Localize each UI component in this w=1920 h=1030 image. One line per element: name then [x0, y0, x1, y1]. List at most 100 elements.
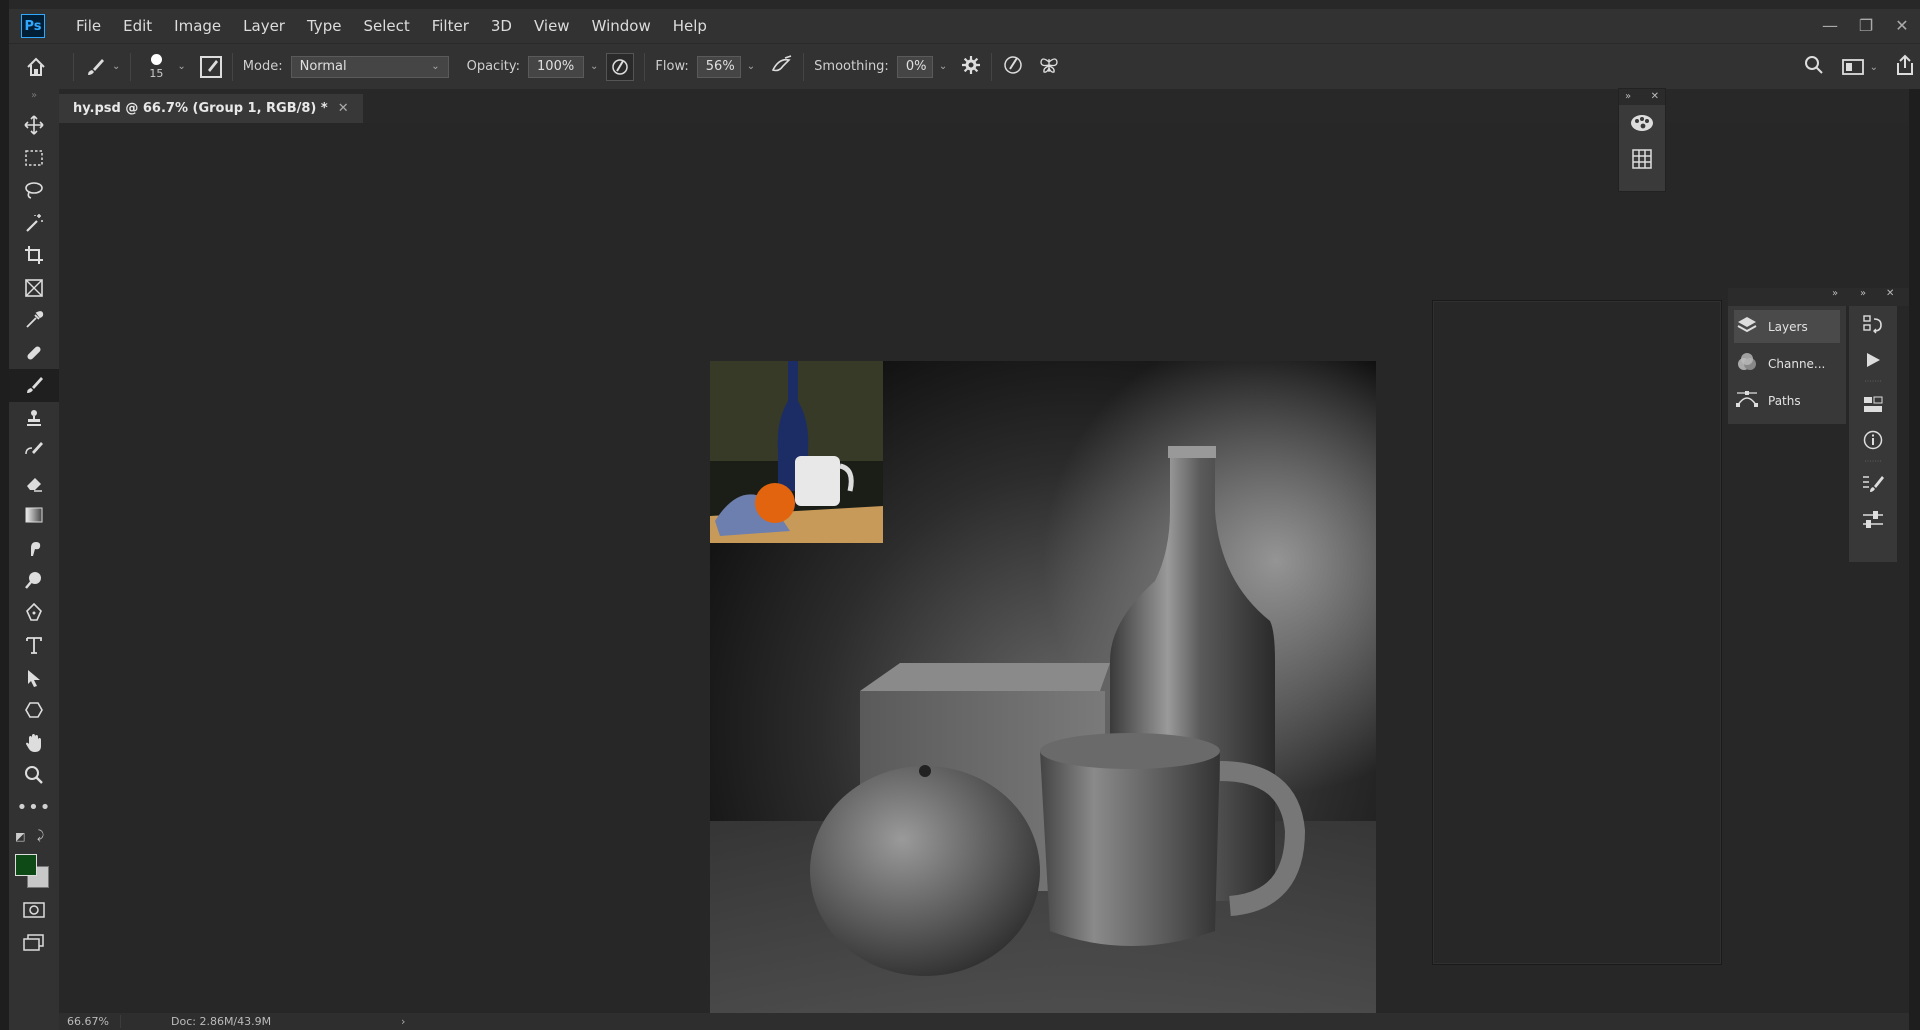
menu-filter[interactable]: Filter — [421, 17, 480, 35]
crop-tool[interactable] — [9, 239, 59, 272]
window-left-edge — [0, 0, 9, 1030]
panel-grip[interactable]: ······· — [1849, 378, 1897, 386]
zoom-level[interactable]: 66.67% — [59, 1015, 121, 1028]
tool-preset-picker[interactable]: ⌄ — [84, 56, 120, 78]
brush-settings-panel-button[interactable] — [1849, 466, 1897, 502]
marquee-tool[interactable] — [9, 142, 59, 175]
brush-tool[interactable] — [9, 369, 59, 402]
actions-panel-button[interactable] — [1849, 342, 1897, 378]
info-panel-button[interactable] — [1849, 422, 1897, 458]
type-icon — [26, 637, 42, 655]
brush-tip-icon — [150, 53, 162, 65]
restore-button[interactable]: ❐ — [1848, 9, 1884, 43]
hand-tool[interactable] — [9, 727, 59, 760]
dodge-icon — [25, 572, 41, 590]
dodge-tool[interactable] — [9, 564, 59, 597]
home-button[interactable] — [9, 56, 63, 78]
quick-mask-button[interactable] — [9, 894, 59, 927]
status-menu-arrow-icon[interactable]: › — [401, 1015, 405, 1028]
search-button[interactable] — [1804, 55, 1824, 79]
more-tools-button[interactable]: ••• — [9, 792, 59, 825]
panel-collapse-icon[interactable]: » — [9, 89, 59, 105]
menu-image[interactable]: Image — [163, 17, 232, 35]
default-colors-icon[interactable]: ◩ — [15, 830, 25, 843]
zoom-tool[interactable] — [9, 759, 59, 792]
menu-file[interactable]: File — [65, 17, 112, 35]
document-canvas[interactable] — [710, 361, 1376, 1027]
adjustments-panel-button[interactable] — [1849, 502, 1897, 538]
move-tool[interactable] — [9, 109, 59, 142]
menu-window[interactable]: Window — [581, 17, 662, 35]
clone-stamp-tool[interactable] — [9, 402, 59, 435]
brush-size-picker[interactable]: 15 — [141, 53, 171, 80]
lasso-tool[interactable] — [9, 174, 59, 207]
swap-colors-icon[interactable]: ⤸ — [37, 828, 44, 843]
workspace-button[interactable]: ⌄ — [1841, 58, 1878, 76]
separator — [991, 52, 993, 81]
gear-icon — [962, 55, 981, 74]
type-tool[interactable] — [9, 629, 59, 662]
opacity-value: 100% — [537, 59, 575, 74]
panel-tab-paths[interactable]: Paths — [1734, 384, 1840, 417]
expand-panel-icon[interactable]: » — [1860, 288, 1866, 299]
menu-layer[interactable]: Layer — [232, 17, 296, 35]
chevron-down-icon[interactable]: ⌄ — [939, 61, 947, 72]
collapse-panel-icon[interactable]: » — [1832, 288, 1838, 299]
libraries-panel-button[interactable] — [1849, 386, 1897, 422]
chevron-down-icon[interactable]: ⌄ — [590, 61, 598, 72]
chevron-down-icon[interactable]: ⌄ — [747, 61, 755, 72]
symmetry-button[interactable] — [1038, 54, 1060, 80]
paths-icon — [1734, 389, 1760, 413]
pressure-opacity-button[interactable] — [606, 52, 635, 81]
mode-dropdown[interactable]: Normal ⌄ — [290, 55, 449, 78]
history-brush-tool[interactable] — [9, 434, 59, 467]
swatches-panel-button[interactable] — [1619, 141, 1665, 177]
pressure-size-button[interactable] — [1002, 54, 1024, 80]
menu-view[interactable]: View — [523, 17, 581, 35]
share-button[interactable] — [1894, 54, 1916, 80]
brush-settings-toggle[interactable] — [199, 55, 222, 78]
foreground-color-swatch[interactable] — [15, 854, 37, 876]
flow-field[interactable]: 56% — [696, 55, 741, 78]
menu-help[interactable]: Help — [662, 17, 718, 35]
menu-edit[interactable]: Edit — [112, 17, 163, 35]
close-tab-icon[interactable]: ✕ — [338, 101, 349, 116]
zoom-icon — [25, 766, 43, 785]
path-selection-tool[interactable] — [9, 662, 59, 695]
close-window-button[interactable]: ✕ — [1884, 9, 1920, 43]
smoothing-options-button[interactable] — [961, 55, 981, 79]
frame-tool[interactable] — [9, 272, 59, 305]
move-icon — [24, 115, 44, 135]
panel-tab-layers[interactable]: Layers — [1734, 310, 1840, 343]
minimize-button[interactable]: — — [1812, 9, 1848, 43]
panel-grip[interactable]: ······· — [1849, 458, 1897, 466]
airbrush-button[interactable] — [769, 54, 793, 80]
panel-tab-channels[interactable]: Channe... — [1734, 347, 1840, 380]
eyedropper-tool[interactable] — [9, 304, 59, 337]
opacity-field[interactable]: 100% — [528, 55, 585, 78]
smoothing-field[interactable]: 0% — [896, 55, 933, 78]
pen-tool[interactable] — [9, 597, 59, 630]
shape-tool[interactable] — [9, 694, 59, 727]
close-panel-icon[interactable]: ✕ — [1886, 288, 1894, 299]
magic-wand-tool[interactable] — [9, 207, 59, 240]
close-panel-icon[interactable]: ✕ — [1651, 89, 1659, 105]
document-tab[interactable]: hy.psd @ 66.7% (Group 1, RGB/8) * ✕ — [59, 94, 363, 123]
history-panel-button[interactable] — [1849, 306, 1897, 342]
menu-select[interactable]: Select — [352, 17, 420, 35]
eraser-tool[interactable] — [9, 467, 59, 500]
healing-brush-tool[interactable] — [9, 337, 59, 370]
play-icon — [1867, 353, 1880, 367]
smudge-tool[interactable] — [9, 532, 59, 565]
smoothing-label: Smoothing: — [814, 59, 889, 74]
chevron-down-icon[interactable]: ⌄ — [177, 61, 185, 72]
screen-mode-button[interactable] — [9, 927, 59, 960]
grid-icon — [1632, 149, 1652, 169]
menu-3d[interactable]: 3D — [480, 17, 523, 35]
home-icon — [27, 57, 45, 76]
menu-type[interactable]: Type — [296, 17, 352, 35]
gradient-icon — [25, 507, 43, 523]
gradient-tool[interactable] — [9, 499, 59, 532]
color-panel-button[interactable] — [1619, 105, 1665, 141]
expand-panel-icon[interactable]: » — [1625, 89, 1631, 105]
